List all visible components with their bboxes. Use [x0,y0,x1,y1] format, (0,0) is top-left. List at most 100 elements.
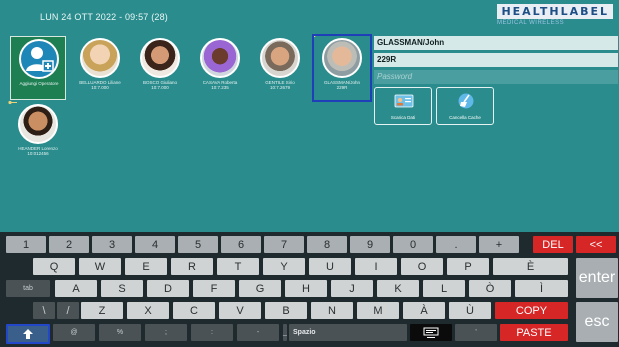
key-dot[interactable]: . [436,236,476,253]
key-w[interactable]: W [79,258,121,275]
key-a[interactable]: A [55,280,97,297]
arrow-up-icon [23,329,33,339]
broom-icon [458,93,474,109]
key-g[interactable]: G [239,280,281,297]
key-percent[interactable]: % [99,324,141,341]
key-j[interactable]: J [331,280,373,297]
avatar [260,38,300,78]
key-c[interactable]: C [173,302,215,319]
keyboard-toggle-key[interactable] [410,324,452,341]
shift-key[interactable] [6,324,50,344]
key-9[interactable]: 9 [350,236,390,253]
key-n[interactable]: N [311,302,353,319]
key-semicolon[interactable]: ; [145,324,187,341]
key-l[interactable]: L [423,280,465,297]
key-z[interactable]: Z [81,302,123,319]
avatar [322,38,362,78]
key-x[interactable]: X [127,302,169,319]
key-e[interactable]: E [125,258,167,275]
key-3[interactable]: 3 [92,236,132,253]
tile-caption: HEANDER Lorenzo 10:012456 [18,146,58,156]
key-1[interactable]: 1 [6,236,46,253]
user-tile[interactable]: BELLUARDO Liliane 10:7.000 [72,36,128,100]
key-4[interactable]: 4 [135,236,175,253]
key-i-grave[interactable]: Ì [515,280,568,297]
avatar [18,104,58,144]
enter-key[interactable]: enter [576,258,618,298]
clear-cache-button[interactable]: Cancella Cache [436,87,494,125]
key-colon[interactable]: : [191,324,233,341]
action-label: Scarica Dati [390,115,416,120]
key-m[interactable]: M [357,302,399,319]
datetime-label: LUN 24 OTT 2022 - 09:57 (28) [40,12,168,22]
key-u[interactable]: U [309,258,351,275]
delete-key[interactable]: DEL [533,236,573,253]
tile-caption: GLASSMAN/John 229R [323,80,360,90]
user-code-field: 229R [374,53,618,67]
key-dash[interactable]: - [237,324,279,341]
key-7[interactable]: 7 [264,236,304,253]
key-b[interactable]: B [265,302,307,319]
tile-caption: Aggiungi Operatore [19,81,59,86]
add-user-icon [19,39,59,79]
user-detail-panel: GLASSMAN/John 229R Password Scarica Dati… [374,36,618,125]
key-underscore[interactable]: _ [283,324,287,341]
key-2[interactable]: 2 [49,236,89,253]
key-f[interactable]: F [193,280,235,297]
tile-caption: BOSCO Giuliano 10:7.000 [142,80,177,90]
add-operator-tile[interactable]: Aggiungi Operatore [10,36,66,100]
avatar [200,38,240,78]
key-6[interactable]: 6 [221,236,261,253]
key-k[interactable]: K [377,280,419,297]
escape-key[interactable]: esc [576,302,618,342]
keyboard-hide-icon [423,327,439,338]
id-card-icon [394,94,414,108]
user-tile[interactable]: GENTILE Sirio 10:7.2679 [252,36,308,100]
key-e-grave[interactable]: È [493,258,568,275]
copy-key[interactable]: COPY [495,302,568,319]
key-backslash[interactable]: \ [33,302,55,319]
key-t[interactable]: T [217,258,259,275]
logo-main-text: HEALTHLABEL [497,4,613,19]
key-apostrophe[interactable]: ' [455,324,497,341]
key-s[interactable]: S [101,280,143,297]
backspace-key[interactable]: << [576,236,616,253]
tab-key[interactable]: tab [6,280,50,297]
tile-caption: CASAVA Roberta 10:7.235 [202,80,238,90]
key-o-grave[interactable]: Ò [469,280,511,297]
key-o[interactable]: O [401,258,443,275]
tile-caption: GENTILE Sirio 10:7.2679 [265,80,295,90]
key-i[interactable]: I [355,258,397,275]
healthlabel-logo: HEALTHLABEL MEDICAL WIRELESS [491,4,613,30]
tile-caption: BELLUARDO Liliane 10:7.000 [79,80,121,90]
logo-sub-text: MEDICAL WIRELESS [497,20,565,26]
key-q[interactable]: Q [33,258,75,275]
key-u-grave[interactable]: Ù [449,302,491,319]
key-5[interactable]: 5 [178,236,218,253]
action-label: Cancella Cache [449,115,481,120]
password-field[interactable]: Password [374,70,618,84]
paste-key[interactable]: PASTE [500,324,568,341]
key-p[interactable]: P [447,258,489,275]
download-data-button[interactable]: Scarica Dati [374,87,432,125]
key-8[interactable]: 8 [307,236,347,253]
key-a-grave[interactable]: À [403,302,445,319]
onscreen-keyboard: 1 2 3 4 5 6 7 8 9 0 . + DEL << Q W E R T… [0,233,619,347]
space-key[interactable]: Spazio [289,324,407,341]
key-at[interactable]: @ [53,324,95,341]
key-r[interactable]: R [171,258,213,275]
key-h[interactable]: H [285,280,327,297]
user-tile[interactable]: BOSCO Giuliano 10:7.000 [132,36,188,100]
key-0[interactable]: 0 [393,236,433,253]
key-v[interactable]: V [219,302,261,319]
key-slash[interactable]: / [57,302,79,319]
user-name-field: GLASSMAN/John [374,36,618,50]
avatar [140,38,180,78]
key-plus[interactable]: + [479,236,519,253]
key-d[interactable]: D [147,280,189,297]
user-tile-selected[interactable]: GLASSMAN/John 229R [312,34,372,102]
top-area: LUN 24 OTT 2022 - 09:57 (28) HEALTHLABEL… [0,0,619,232]
key-y[interactable]: Y [263,258,305,275]
user-tile[interactable]: CASAVA Roberta 10:7.235 [192,36,248,100]
user-tile[interactable]: HEANDER Lorenzo 10:012456 [10,102,66,166]
